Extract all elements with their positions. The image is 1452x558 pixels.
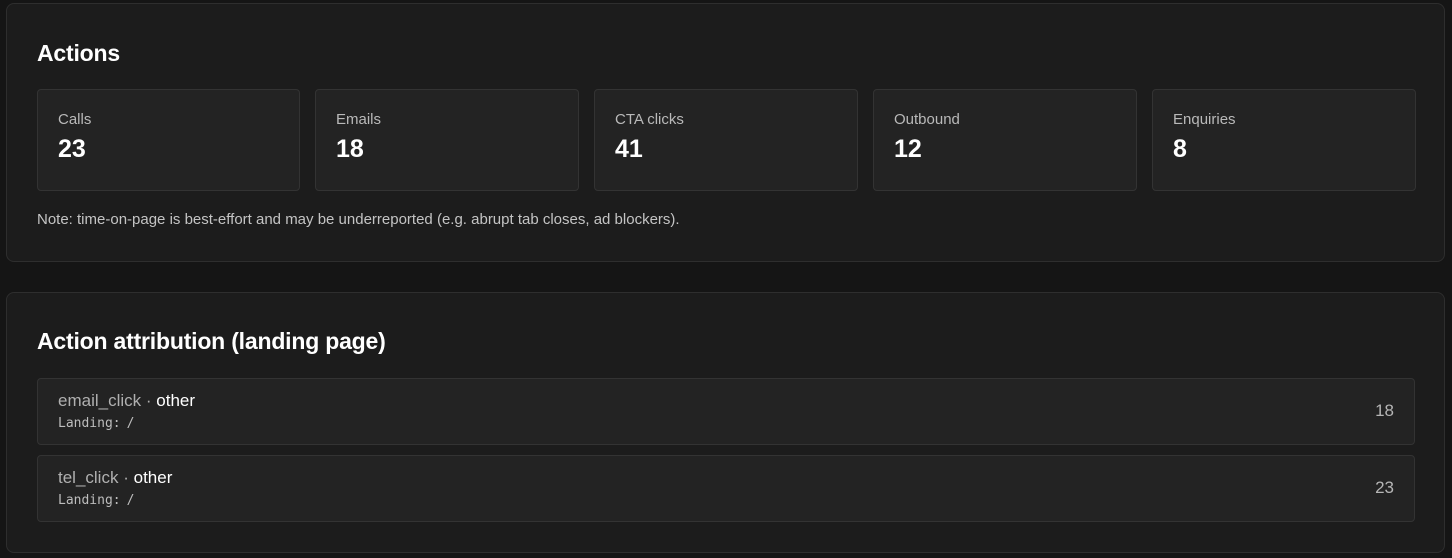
actions-title: Actions xyxy=(37,40,120,66)
attribution-row: tel_click · other Landing: / 23 xyxy=(37,455,1415,522)
landing-path: / xyxy=(126,493,135,508)
action-count: 18 xyxy=(1375,401,1394,420)
attribution-main: email_click · other xyxy=(58,391,195,411)
stat-card-cta-clicks: CTA clicks 41 xyxy=(594,89,858,191)
stat-value: 8 xyxy=(1173,135,1187,163)
action-count: 23 xyxy=(1375,478,1394,497)
separator: · xyxy=(123,468,129,487)
stat-label: CTA clicks xyxy=(615,111,684,128)
attribution-title: Action attribution (landing page) xyxy=(37,328,386,354)
attribution-row: email_click · other Landing: / 18 xyxy=(37,378,1415,445)
landing-info: Landing: / xyxy=(58,493,134,508)
actions-stats: Calls 23 Emails 18 CTA clicks 41 Outboun… xyxy=(37,89,1416,191)
stat-card-calls: Calls 23 xyxy=(37,89,300,191)
stat-value: 12 xyxy=(894,135,922,163)
source-name: other xyxy=(156,391,196,410)
stat-value: 23 xyxy=(58,135,86,163)
landing-label: Landing: xyxy=(58,416,121,431)
actions-panel: Actions Calls 23 Emails 18 CTA clicks 41… xyxy=(6,3,1445,262)
stat-value: 41 xyxy=(615,135,643,163)
separator: · xyxy=(145,391,152,410)
stat-value: 18 xyxy=(336,135,364,163)
landing-info: Landing: / xyxy=(58,416,134,431)
landing-label: Landing: xyxy=(58,493,121,508)
time-on-page-note: Note: time-on-page is best-effort and ma… xyxy=(37,211,680,228)
stat-label: Outbound xyxy=(894,111,960,128)
stat-card-emails: Emails 18 xyxy=(315,89,579,191)
attribution-panel: Action attribution (landing page) email_… xyxy=(6,292,1445,553)
stat-label: Calls xyxy=(58,111,92,128)
stat-label: Enquiries xyxy=(1173,111,1236,128)
landing-path: / xyxy=(126,416,135,431)
event-name: tel_click xyxy=(58,468,119,487)
stat-label: Emails xyxy=(336,111,382,128)
attribution-main: tel_click · other xyxy=(58,468,172,488)
attribution-list: email_click · other Landing: / 18 tel_cl… xyxy=(37,378,1415,532)
stat-card-outbound: Outbound 12 xyxy=(873,89,1137,191)
stat-card-enquiries: Enquiries 8 xyxy=(1152,89,1416,191)
source-name: other xyxy=(133,468,173,487)
event-name: email_click xyxy=(58,391,142,410)
